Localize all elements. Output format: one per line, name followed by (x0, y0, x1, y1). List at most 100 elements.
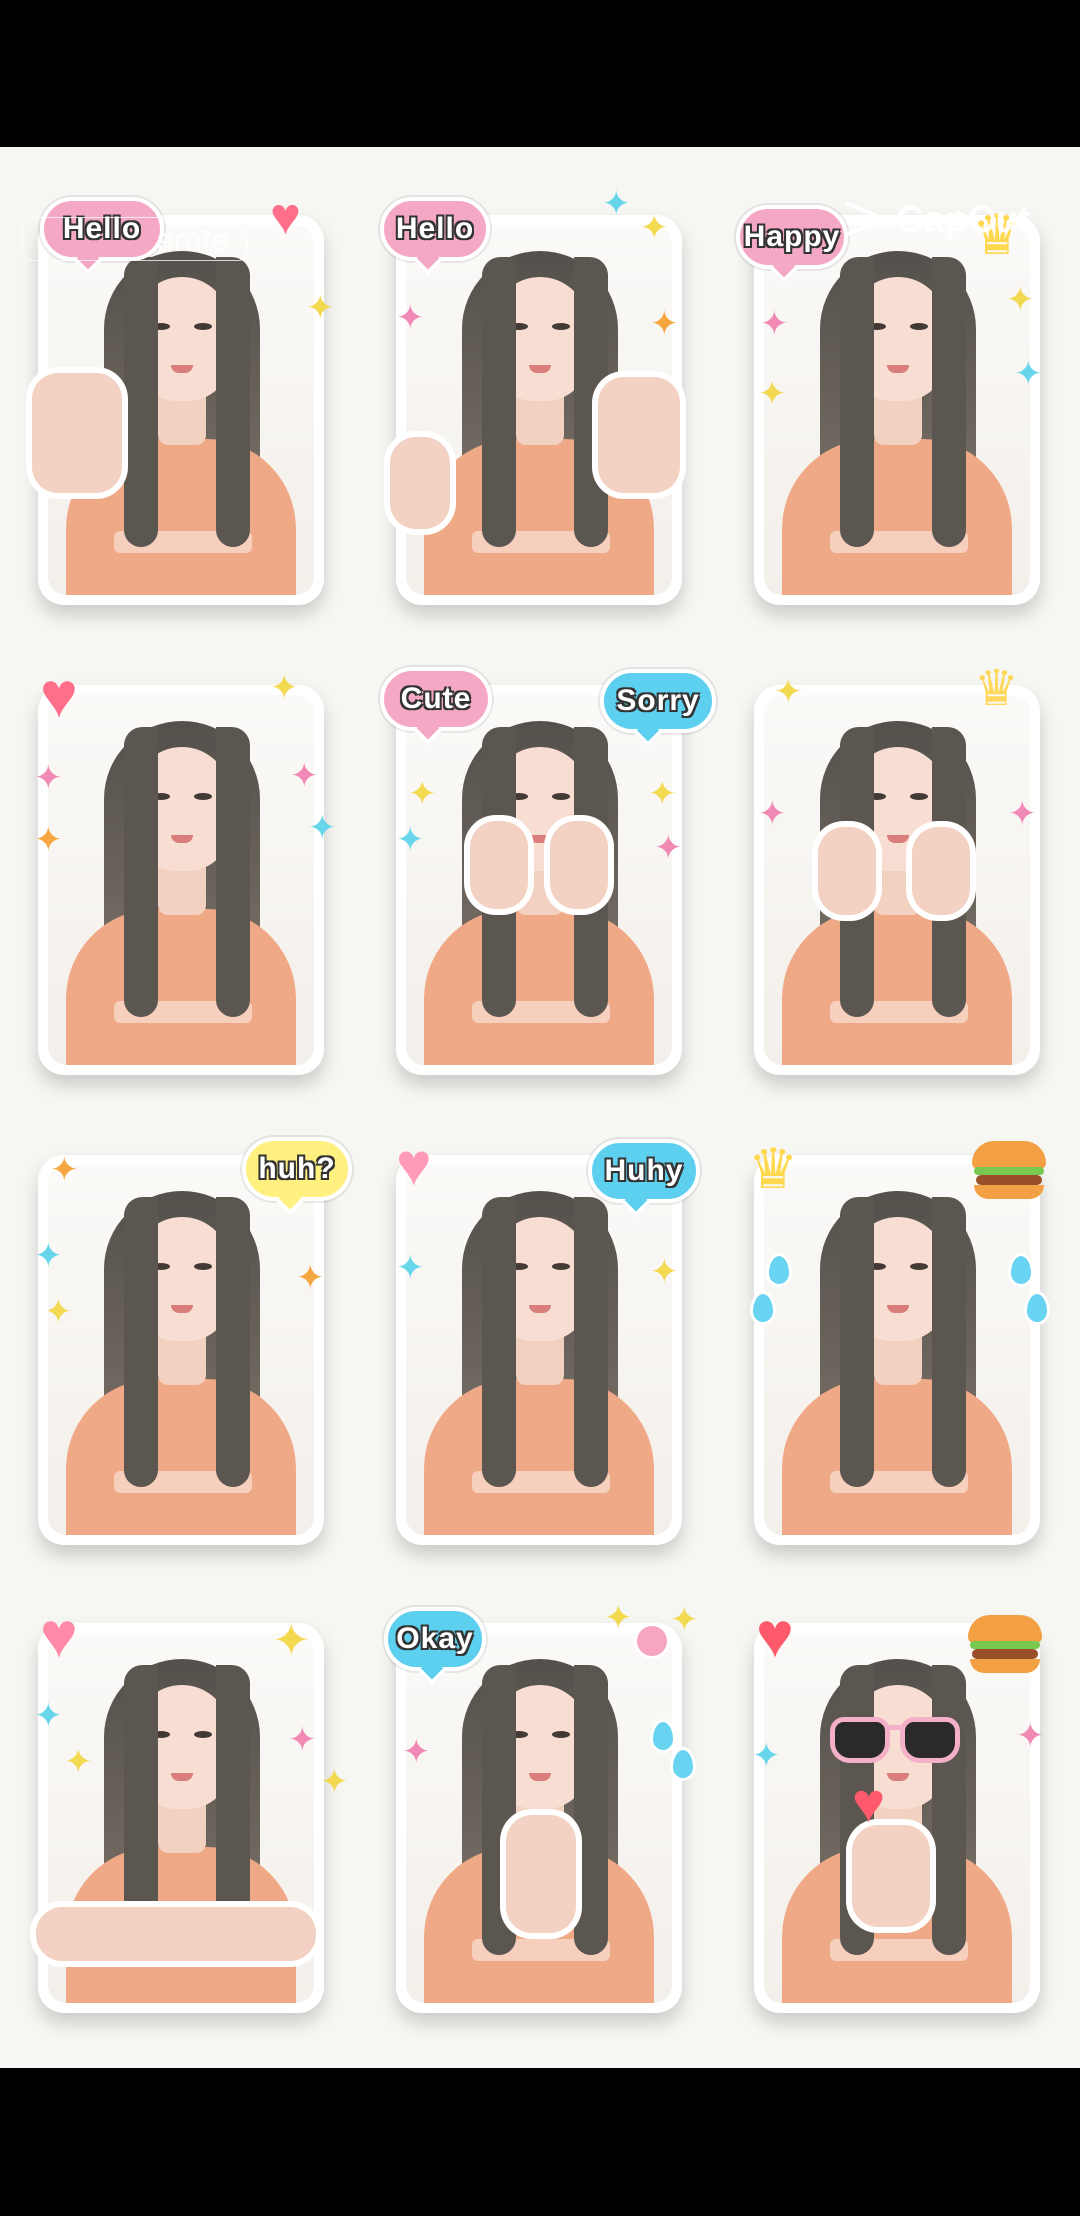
sparkle-icon: ✦ (34, 1237, 63, 1275)
water-drop-icon (1008, 1253, 1034, 1287)
pink-dot-icon (634, 1623, 670, 1659)
sparkle-icon: ✦ (650, 1253, 679, 1291)
sparkle-icon: ✦ (290, 757, 319, 795)
cheek-hand-right (912, 827, 970, 915)
sparkle-icon: ✦ (752, 1737, 781, 1775)
sparkle-icon: ✦ (308, 809, 337, 847)
hamburger-icon (968, 1615, 1042, 1675)
sticker-r1c3: Happy ♛ ✦ ✦ ✦ ✦ (736, 187, 1058, 619)
sticker-r2c3: ✦ ♛ ✦ ✦ (736, 657, 1058, 1089)
sparkle-icon: ✦ (760, 305, 789, 343)
hair-front-left (482, 1197, 516, 1487)
heart-icon: ♥ (852, 1771, 886, 1834)
sparkle-icon: ✦ (34, 821, 63, 859)
sparkle-icon: ✦ (1016, 1717, 1045, 1755)
sparkle-icon: ✦ (640, 209, 669, 247)
cheek-hand-left (470, 821, 528, 909)
hair-front-left (124, 727, 158, 1017)
waving-hand (598, 377, 680, 493)
shirt (66, 909, 296, 1065)
sticker-r1c2: Hello ✦ ✦ ✦ ✦ (378, 187, 700, 619)
shirt (782, 439, 1012, 595)
sparkle-icon: ✦ (396, 299, 425, 337)
sparkle-icon: ✦ (670, 1601, 699, 1639)
speech-bubble-sorry: Sorry (600, 669, 716, 733)
shirt (782, 909, 1012, 1065)
crossed-arms (36, 1907, 316, 1961)
sparkle-icon: ✦ (64, 1743, 93, 1781)
thumbs-up-hand (390, 437, 450, 529)
portrait-photo (406, 695, 672, 1065)
speech-bubble-okay: Okay (384, 1607, 486, 1671)
hair-front-right (216, 257, 250, 547)
sparkle-icon: ✦ (34, 759, 63, 797)
shirt (66, 1379, 296, 1535)
hair-front-right (932, 1665, 966, 1955)
speech-bubble-happy: Happy (736, 205, 848, 269)
sparkle-icon: ✦ (44, 1293, 73, 1331)
shirt (424, 909, 654, 1065)
sparkle-icon: ✦ (604, 1599, 633, 1637)
portrait-photo (48, 695, 314, 1065)
sticker-r4c1: ♥ ✦ ✦ ✦ ✦ ✦ (20, 1595, 349, 2027)
hair-front-right (574, 1665, 608, 1955)
sparkle-icon: ✦ (270, 669, 299, 707)
bottom-black-bar (0, 2068, 1080, 2216)
top-black-bar (0, 0, 1080, 147)
waving-hand (32, 373, 122, 493)
sparkle-icon: ✦ (34, 1697, 63, 1735)
capcut-watermark: CapCut (842, 195, 1031, 245)
hair-front-right (216, 1197, 250, 1487)
sparkle-icon: ✦ (396, 1249, 425, 1287)
sparkle-icon: ✦ (402, 1733, 431, 1771)
capcut-logo-icon (842, 203, 888, 237)
sparkle-icon: ✦ (648, 775, 677, 813)
sparkle-icon: ✦ (758, 375, 787, 413)
hair-front-right (216, 727, 250, 1017)
water-drop-icon (650, 1719, 676, 1753)
sticker-r4c3: ♥ ♥ ✦ ✦ (736, 1595, 1058, 2027)
sticker-r4c2: Okay ✦ ✦ ✦ (378, 1595, 700, 2027)
sparkle-icon: ✦ (50, 1151, 79, 1189)
generate-watermark: erate (22, 217, 248, 261)
heart-icon: ♥ (270, 188, 301, 246)
sticker-r2c1: ♥ ✦ ✦ ✦ ✦ ✦ (20, 657, 342, 1089)
sticker-card (754, 685, 1040, 1075)
cheek-hand-right (550, 821, 608, 909)
sticker-card (754, 1155, 1040, 1545)
sparkle-icon: ✦ (1008, 795, 1037, 833)
speech-bubble-huhy: Huhy (588, 1139, 700, 1203)
shirt (424, 1379, 654, 1535)
sparkle-icon: ✦ (272, 1614, 311, 1666)
water-drop-icon (750, 1291, 776, 1325)
sparkle-icon: ✦ (1006, 281, 1035, 319)
sparkle-icon: ✦ (320, 1763, 349, 1801)
cheek-hand-left (818, 827, 876, 915)
sparkle-icon: ✦ (654, 829, 683, 867)
water-drop-icon (1024, 1291, 1050, 1325)
portrait-photo (406, 1165, 672, 1535)
hair-front-left (482, 257, 516, 547)
portrait-photo (764, 225, 1030, 595)
sticker-r3c1: huh? ✦ ✦ ✦ ✦ (20, 1127, 352, 1559)
sticker-card (396, 685, 682, 1075)
sparkle-icon: ✦ (408, 775, 437, 813)
water-drop-icon (766, 1253, 792, 1287)
hamburger-icon (972, 1141, 1046, 1201)
shirt (782, 1379, 1012, 1535)
hair-front-left (124, 257, 158, 547)
sparkle-icon: ✦ (1014, 355, 1043, 393)
crown-icon: ♛ (974, 660, 1019, 716)
hair-front-left (840, 1197, 874, 1487)
heart-icon: ♥ (40, 659, 78, 731)
sticker-r3c3: ♛ (736, 1127, 1058, 1559)
heart-icon: ♥ (756, 1599, 794, 1671)
sparkle-icon: ✦ (296, 1259, 325, 1297)
portrait-photo (764, 695, 1030, 1065)
praying-hands (506, 1815, 576, 1933)
sticker-sheet: erate CapCut Hello ♥ ✦ Hello ✦ ✦ ✦ ✦ Hap… (0, 147, 1080, 2068)
portrait-photo (764, 1633, 1030, 2003)
capcut-watermark-text: CapCut (896, 198, 1032, 241)
portrait-photo (764, 1165, 1030, 1535)
sparkle-icon: ✦ (288, 1721, 317, 1759)
